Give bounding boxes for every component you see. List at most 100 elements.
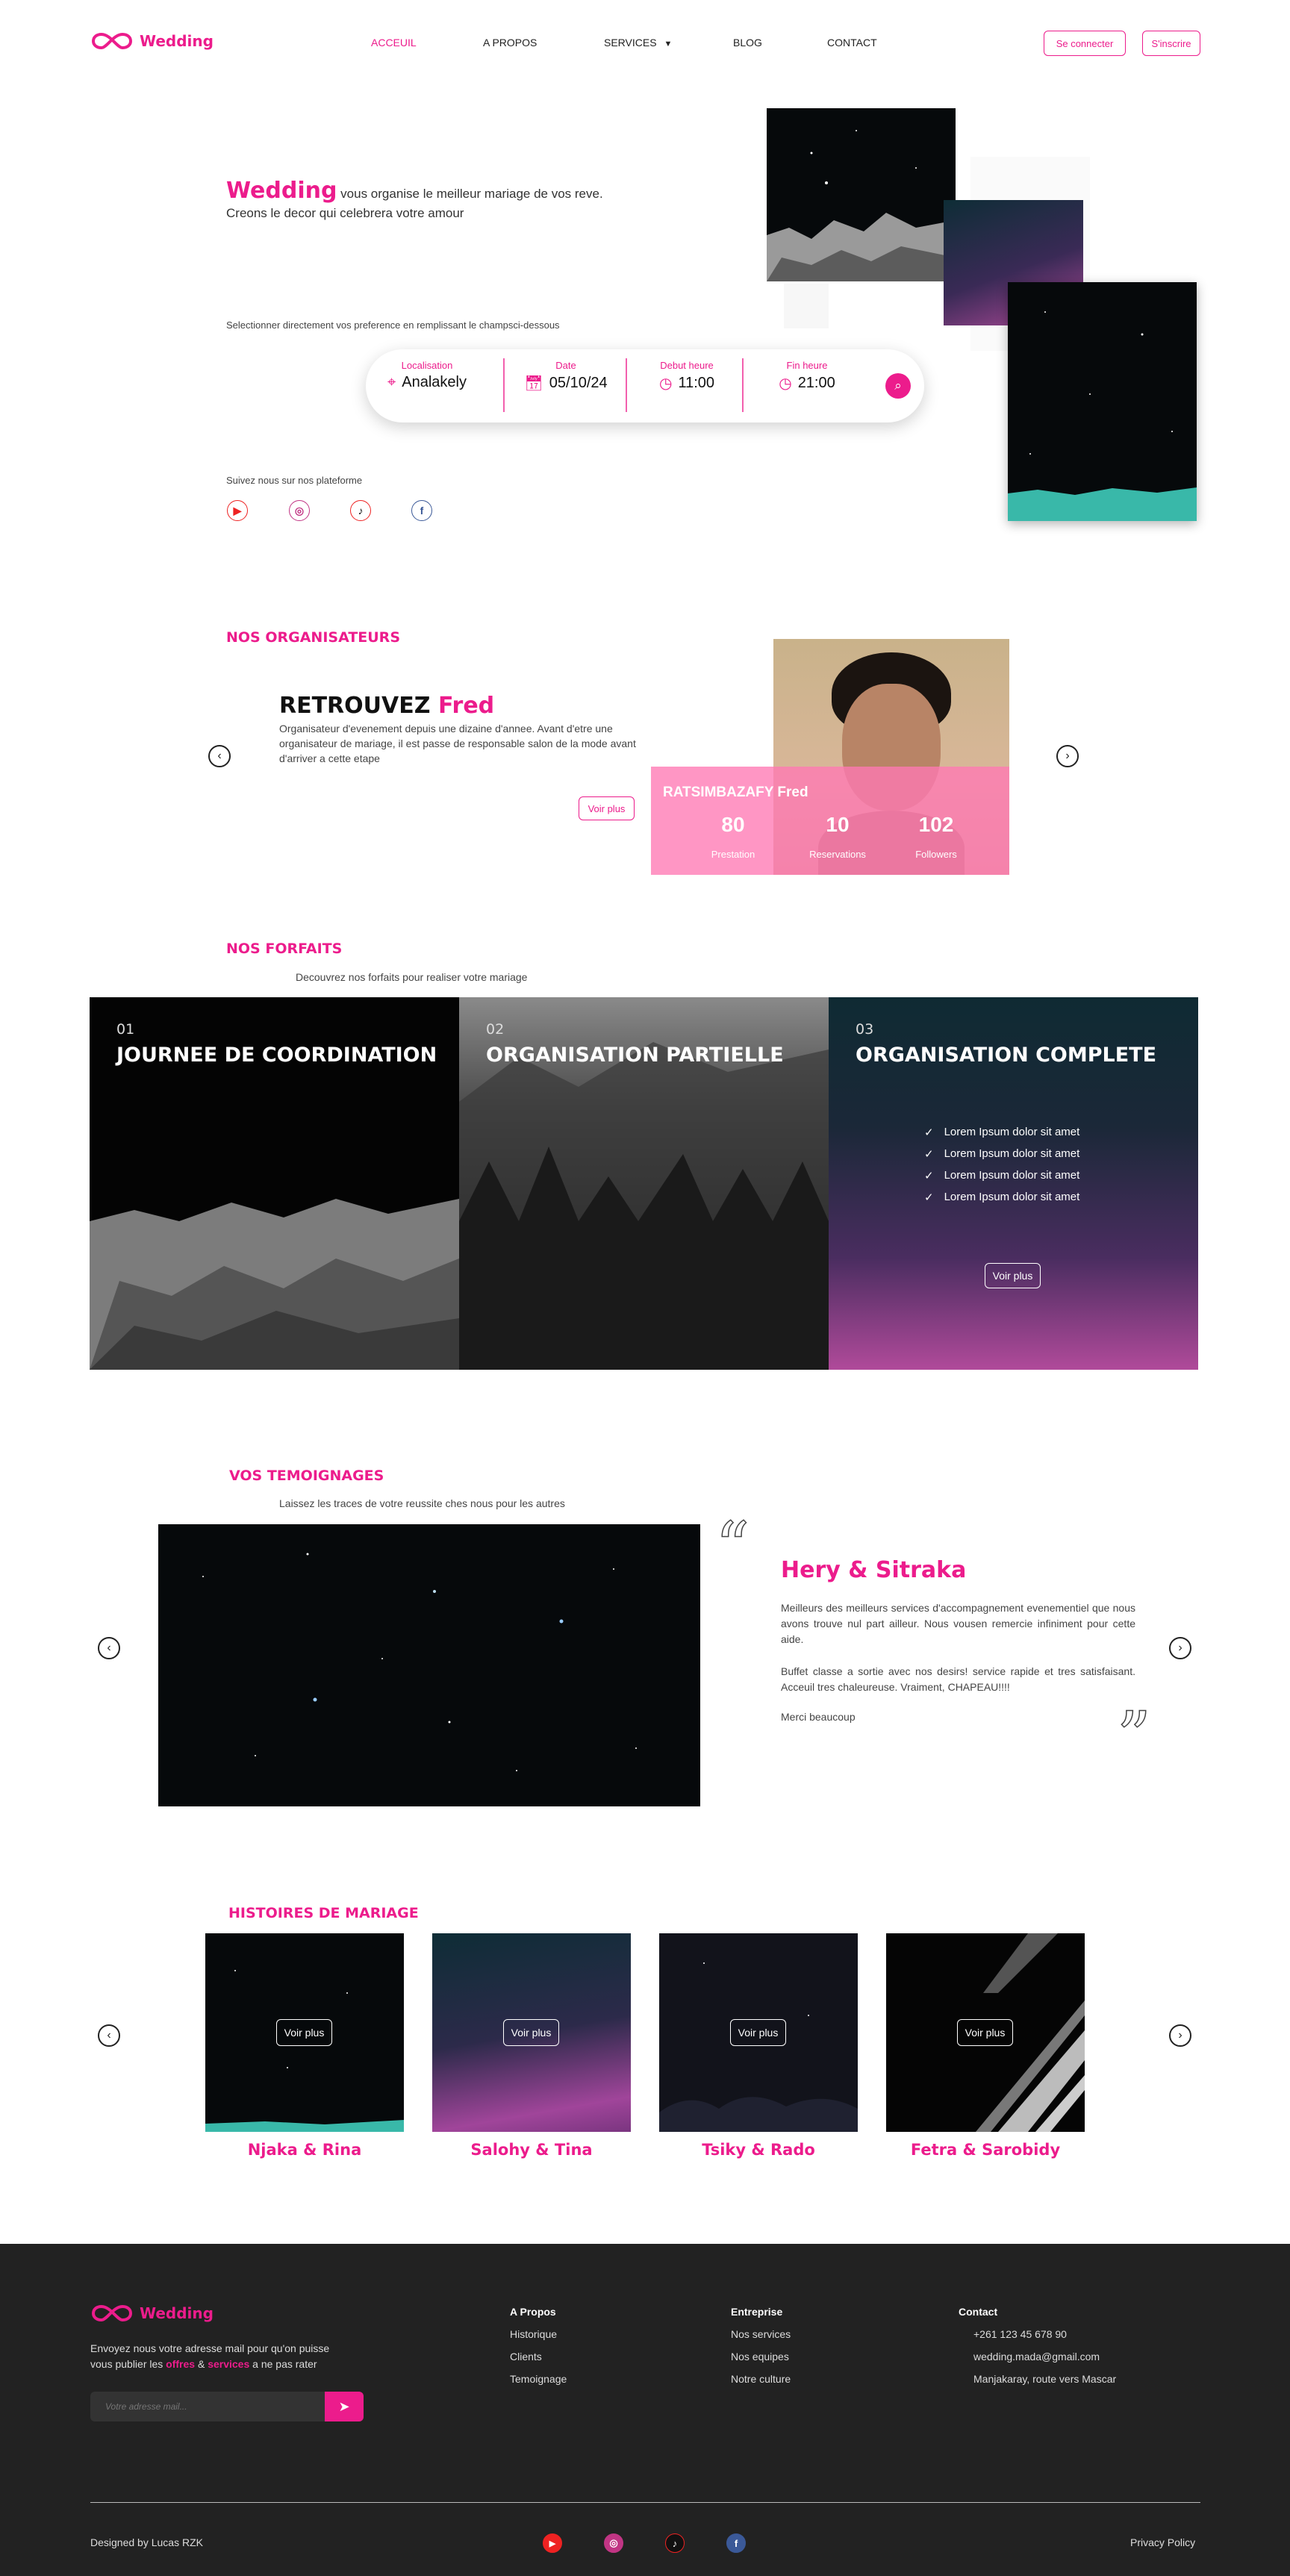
package-card[interactable]: 01 JOURNEE DE COORDINATION bbox=[90, 997, 459, 1370]
divider bbox=[503, 358, 505, 412]
date-label: Date bbox=[555, 360, 576, 371]
footer: Wedding Envoyez nous votre adresse mail … bbox=[0, 2244, 1290, 2576]
package-number: 03 bbox=[856, 1021, 874, 1038]
check-icon: ✓ bbox=[924, 1126, 934, 1139]
story-card[interactable]: Voir plus bbox=[205, 1933, 404, 2132]
youtube-icon[interactable]: ▶ bbox=[543, 2533, 562, 2553]
story-more-button[interactable]: Voir plus bbox=[730, 2019, 786, 2046]
feature-text: Lorem Ipsum dolor sit amet bbox=[944, 1126, 1080, 1138]
next-story-button[interactable]: › bbox=[1169, 2024, 1191, 2047]
hero-image-3 bbox=[1008, 282, 1197, 521]
check-icon: ✓ bbox=[924, 1170, 934, 1182]
nav-a-propos[interactable]: A PROPOS bbox=[483, 37, 537, 49]
story-more-button[interactable]: Voir plus bbox=[957, 2019, 1013, 2046]
location-label: Localisation bbox=[401, 360, 453, 371]
package-card[interactable]: 02 ORGANISATION PARTIELLE bbox=[459, 997, 829, 1370]
footer-link[interactable]: Nos equipes bbox=[731, 2351, 789, 2363]
login-button[interactable]: Se connecter bbox=[1044, 31, 1126, 56]
footer-link[interactable]: Clients bbox=[510, 2351, 542, 2363]
check-icon: ✓ bbox=[924, 1148, 934, 1161]
footer-divider bbox=[90, 2502, 1200, 2503]
footer-col-title: Contact bbox=[959, 2306, 998, 2318]
hero-brand: Wedding bbox=[226, 178, 337, 204]
follow-text: Suivez nous sur nos plateforme bbox=[226, 475, 363, 486]
feature-text: Lorem Ipsum dolor sit amet bbox=[944, 1147, 1080, 1160]
clock-icon: ◷ bbox=[658, 375, 673, 392]
end-time-label: Fin heure bbox=[786, 360, 828, 371]
end-time-field[interactable]: Fin heure ◷ 21:00 bbox=[751, 360, 863, 393]
package-card[interactable]: 03 ORGANISATION COMPLETE ✓ Lorem Ipsum do… bbox=[829, 997, 1198, 1370]
story-more-button[interactable]: Voir plus bbox=[276, 2019, 332, 2046]
prev-story-button[interactable]: ‹ bbox=[98, 2024, 120, 2047]
nav-blog[interactable]: BLOG bbox=[733, 37, 762, 49]
organiser-description: Organisateur d'evenement depuis une diza… bbox=[279, 723, 636, 764]
organiser-more-button[interactable]: Voir plus bbox=[579, 796, 635, 820]
search-icon: ⌕ bbox=[894, 378, 902, 393]
footer-link[interactable]: Notre culture bbox=[731, 2373, 791, 2385]
chevron-right-icon: › bbox=[1065, 749, 1070, 762]
chevron-left-icon: ‹ bbox=[217, 749, 222, 762]
chevron-left-icon: ‹ bbox=[107, 1641, 111, 1654]
prev-testimonial-button[interactable]: ‹ bbox=[98, 1637, 120, 1659]
footer-logo[interactable]: Wedding bbox=[90, 2304, 214, 2323]
services-link[interactable]: services bbox=[208, 2358, 249, 2370]
tiktok-icon[interactable]: ♪ bbox=[665, 2533, 685, 2553]
start-time-field[interactable]: Debut heure ◷ 11:00 bbox=[635, 360, 739, 393]
prev-organiser-button[interactable]: ‹ bbox=[208, 745, 231, 767]
chevron-right-icon: › bbox=[1178, 1641, 1182, 1654]
footer-col-title: A Propos bbox=[510, 2306, 556, 2318]
facebook-icon[interactable]: f bbox=[726, 2533, 746, 2553]
next-testimonial-button[interactable]: › bbox=[1169, 1637, 1191, 1659]
nav-accueil[interactable]: ACCEUIL bbox=[371, 37, 417, 49]
next-organiser-button[interactable]: › bbox=[1056, 745, 1079, 767]
instagram-icon[interactable]: ◎ bbox=[289, 500, 310, 521]
nav-contact[interactable]: CONTACT bbox=[827, 37, 877, 49]
signup-button[interactable]: S'inscrire bbox=[1142, 31, 1200, 56]
footer-link[interactable]: Historique bbox=[510, 2328, 557, 2340]
calendar-icon: 📅︎ bbox=[524, 375, 543, 392]
date-field[interactable]: Date 📅︎ 05/10/24 bbox=[512, 360, 620, 393]
stat-value: 10 bbox=[826, 813, 850, 836]
search-bar: Localisation ⌖ Analakely Date 📅︎ 05/10/24 … bbox=[366, 349, 924, 422]
stories-title: HISTOIRES DE MARIAGE bbox=[228, 1905, 419, 1921]
email-input[interactable] bbox=[90, 2392, 325, 2421]
nav-services[interactable]: SERVICES ▼ bbox=[604, 37, 672, 49]
end-time-value: 21:00 bbox=[797, 375, 835, 391]
story-card[interactable]: Voir plus bbox=[886, 1933, 1085, 2132]
pin-icon: ⌖ bbox=[387, 374, 396, 390]
tiktok-icon[interactable]: ♪ bbox=[350, 500, 371, 521]
package-number: 01 bbox=[116, 1021, 135, 1038]
infinity-icon bbox=[91, 2304, 133, 2322]
facebook-icon[interactable]: f bbox=[411, 500, 432, 521]
footer-text-part: & bbox=[195, 2358, 208, 2370]
footer-phone: +261 123 45 678 90 bbox=[973, 2328, 1067, 2340]
story-card[interactable]: Voir plus bbox=[432, 1933, 631, 2132]
forfaits-title: NOS FORFAITS bbox=[226, 941, 343, 957]
start-time-label: Debut heure bbox=[660, 360, 714, 371]
story-card[interactable]: Voir plus bbox=[659, 1933, 858, 2132]
hero-tagline-2: Creons le decor qui celebrera votre amou… bbox=[226, 206, 464, 220]
footer-link[interactable]: Temoignage bbox=[510, 2373, 567, 2385]
footer-link[interactable]: Nos services bbox=[731, 2328, 791, 2340]
search-button[interactable]: ⌕ bbox=[885, 373, 911, 399]
privacy-link[interactable]: Privacy Policy bbox=[1130, 2536, 1195, 2548]
infinity-icon bbox=[91, 32, 133, 50]
location-field[interactable]: Localisation ⌖ Analakely bbox=[382, 360, 472, 391]
footer-email[interactable]: wedding.mada@gmail.com bbox=[973, 2351, 1100, 2363]
story-more-button[interactable]: Voir plus bbox=[503, 2019, 559, 2046]
send-button[interactable]: ➤ bbox=[325, 2392, 364, 2421]
check-icon: ✓ bbox=[924, 1191, 934, 1204]
footer-credit: Designed by Lucas RZK bbox=[90, 2536, 203, 2548]
date-value: 05/10/24 bbox=[549, 375, 608, 391]
instagram-icon[interactable]: ◎ bbox=[604, 2533, 623, 2553]
youtube-icon[interactable]: ▶ bbox=[227, 500, 248, 521]
footer-text-2: vous publier les offres & services a ne … bbox=[90, 2358, 317, 2370]
brand-logo[interactable]: Wedding bbox=[90, 31, 214, 51]
package-name: ORGANISATION PARTIELLE bbox=[486, 1044, 784, 1067]
testimonial-text-3: Merci beaucoup bbox=[781, 1711, 856, 1723]
start-time-value: 11:00 bbox=[678, 375, 715, 391]
package-more-button[interactable]: Voir plus bbox=[985, 1263, 1041, 1288]
feature-text: Lorem Ipsum dolor sit amet bbox=[944, 1169, 1080, 1182]
testimonials-title: VOS TEMOIGNAGES bbox=[229, 1468, 384, 1484]
offres-link[interactable]: offres bbox=[166, 2358, 195, 2370]
